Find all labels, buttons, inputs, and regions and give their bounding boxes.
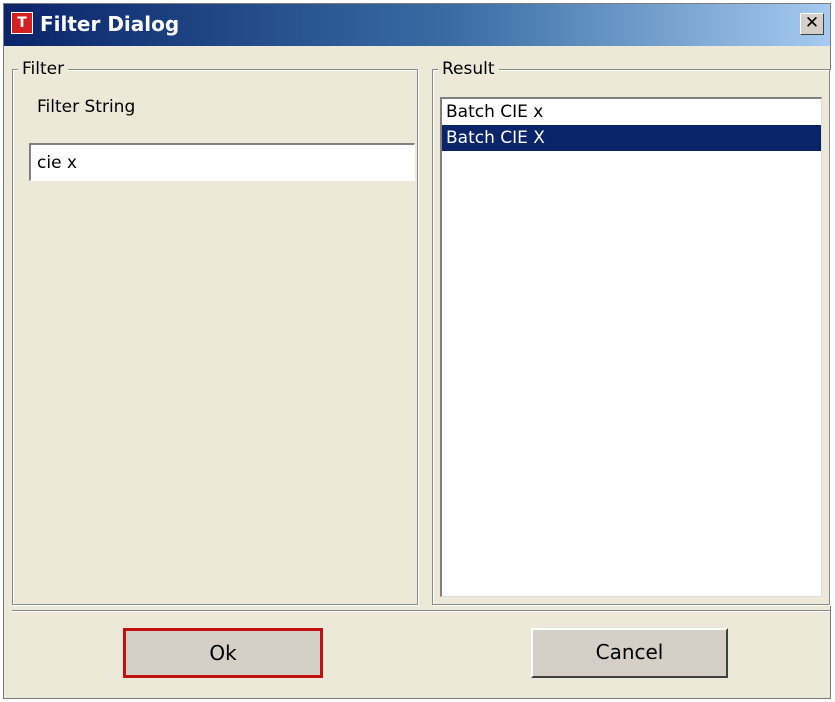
app-icon: T <box>11 12 33 34</box>
close-button[interactable]: ✕ <box>800 13 824 35</box>
window-title: Filter Dialog <box>40 12 180 36</box>
result-group: Result Batch CIE x Batch CIE X <box>432 57 830 605</box>
result-list-item[interactable]: Batch CIE x <box>442 99 821 125</box>
result-list-item-selected[interactable]: Batch CIE X <box>442 125 821 151</box>
title-bar[interactable]: T Filter Dialog ✕ <box>4 4 830 46</box>
filter-string-label: Filter String <box>37 97 136 117</box>
cancel-button[interactable]: Cancel <box>531 628 728 678</box>
filter-dialog-window: T Filter Dialog ✕ Filter Filter String R… <box>3 3 831 699</box>
result-list[interactable]: Batch CIE x Batch CIE X <box>440 97 822 597</box>
divider <box>12 610 830 612</box>
filter-string-input[interactable] <box>29 143 415 181</box>
close-icon: ✕ <box>804 13 820 33</box>
filter-group: Filter Filter String <box>12 57 418 605</box>
filter-group-label: Filter <box>18 57 69 81</box>
ok-button[interactable]: Ok <box>123 628 323 678</box>
result-group-label: Result <box>438 57 499 81</box>
